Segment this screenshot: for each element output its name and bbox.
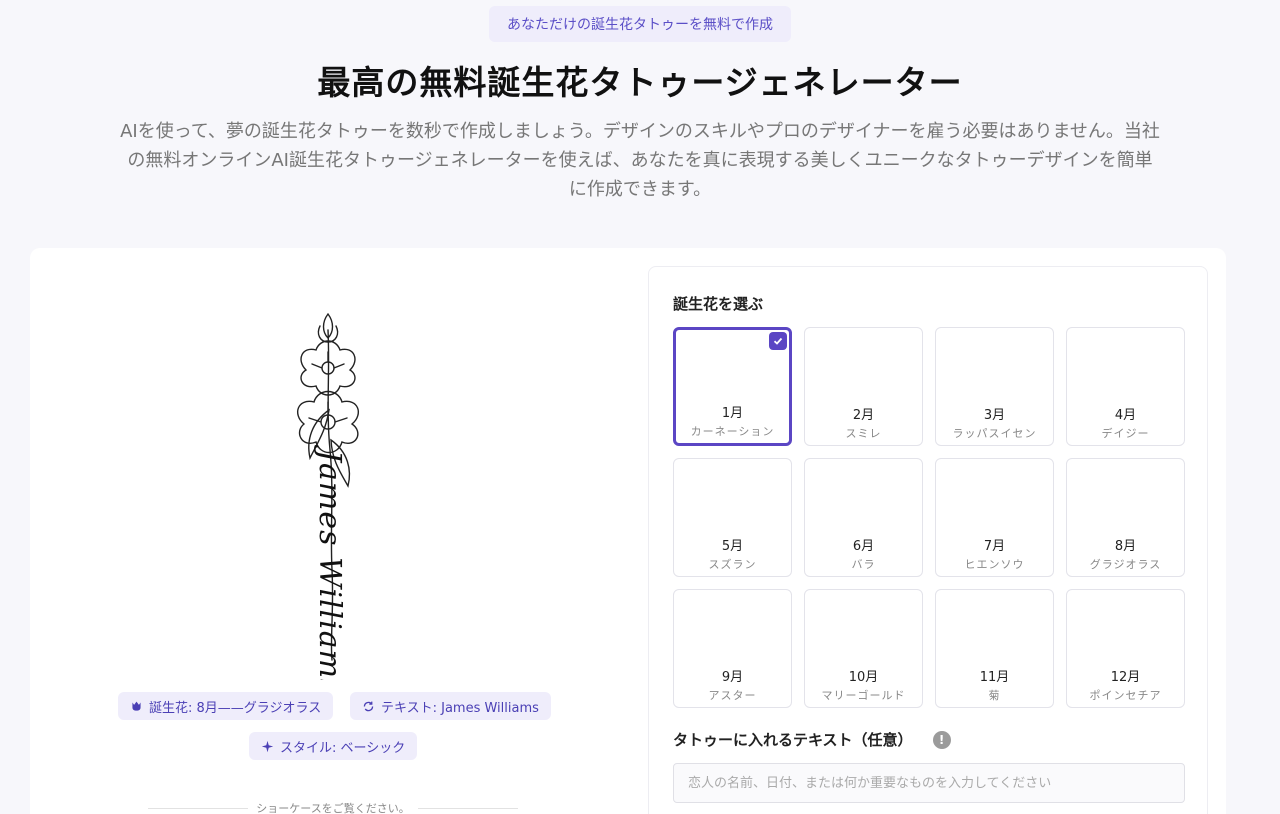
divider-line-right xyxy=(417,807,519,809)
flower-tile-sep[interactable]: 9月 アスター xyxy=(673,589,792,708)
info-icon[interactable]: ! xyxy=(932,730,951,749)
flower-name: バラ xyxy=(851,558,876,571)
flower-tile-oct[interactable]: 10月 マリーゴールド xyxy=(804,589,923,708)
tattoo-preview-image: James Williams xyxy=(116,290,566,695)
flower-tile-feb[interactable]: 2月 スミレ xyxy=(804,327,923,446)
flower-month: 3月 xyxy=(983,408,1006,423)
flower-month: 9月 xyxy=(721,670,744,685)
flower-month: 4月 xyxy=(1114,408,1137,423)
showcase-label: ショーケースをご覧ください。 xyxy=(256,802,410,814)
flower-tile-apr[interactable]: 4月 デイジー xyxy=(1066,327,1185,446)
checkmark-icon xyxy=(769,332,787,350)
flower-name: アスター xyxy=(708,689,757,702)
flower-name: マリーゴールド xyxy=(821,689,906,702)
tattoo-script-text: James Williams xyxy=(312,444,347,680)
tattoo-illustration: James Williams xyxy=(296,312,360,695)
flower-month: 6月 xyxy=(852,539,875,554)
flower-name: スズラン xyxy=(708,558,757,571)
flower-name: ヒエンソウ xyxy=(964,558,1025,571)
flower-month: 12月 xyxy=(1110,670,1141,685)
flower-tile-nov[interactable]: 11月 菊 xyxy=(935,589,1054,708)
flower-name: カーネーション xyxy=(690,425,775,438)
flower-name: 菊 xyxy=(988,689,1001,702)
sparkle-icon xyxy=(261,740,274,752)
style-chip-label: スタイル: ベーシック xyxy=(280,740,406,756)
flower-tile-may[interactable]: 5月 スズラン xyxy=(673,458,792,577)
flower-tile-mar[interactable]: 3月 ラッパスイセン xyxy=(935,327,1054,446)
flower-chip-label: 誕生花: 8月——グラジオラス xyxy=(149,700,322,716)
hero-badge: あなただけの誕生花タトゥーを無料で作成 xyxy=(489,6,791,42)
page-title: 最高の無料誕生花タトゥージェネレーター xyxy=(317,63,963,102)
flower-tile-dec[interactable]: 12月 ポインセチア xyxy=(1066,589,1185,708)
flower-month: 5月 xyxy=(721,539,744,554)
divider-line-left xyxy=(148,807,249,809)
flower-tile-jan[interactable]: 1月 カーネーション xyxy=(673,327,792,446)
flower-month: 7月 xyxy=(983,539,1006,554)
flower-name: ラッパスイセン xyxy=(952,427,1037,440)
tattoo-text-label: タトゥーに入れるテキスト（任意） ! xyxy=(673,729,951,750)
flower-tile-aug[interactable]: 8月 グラジオラス xyxy=(1066,458,1185,577)
birth-flower-grid: 1月 カーネーション 2月 スミレ 3月 ラッパスイセン 4月 デイジー 5月 … xyxy=(673,327,1185,708)
showcase-divider: ショーケースをご覧ください。 xyxy=(148,800,519,814)
flower-month: 8月 xyxy=(1114,539,1137,554)
style-chip: スタイル: ベーシック xyxy=(249,732,418,760)
flower-tile-jun[interactable]: 6月 バラ xyxy=(804,458,923,577)
text-chip-label: テキスト: James Williams xyxy=(381,700,539,716)
flower-month: 2月 xyxy=(852,408,875,423)
page-description: AIを使って、夢の誕生花タトゥーを数秒で作成しましょう。デザインのスキルやプロの… xyxy=(120,121,1160,200)
flower-name: グラジオラス xyxy=(1089,558,1162,571)
generator-card: James Williams 誕生花: 8月——グラジオラス テキスト: Jam… xyxy=(30,248,1226,814)
text-chip: テキスト: James Williams xyxy=(350,692,551,720)
select-flower-title: 誕生花を選ぶ xyxy=(673,295,764,313)
flower-tile-jul[interactable]: 7月 ヒエンソウ xyxy=(935,458,1054,577)
flower-month: 1月 xyxy=(721,406,744,421)
flower-month: 10月 xyxy=(848,670,879,685)
refresh-icon xyxy=(363,701,374,711)
flower-name: ポインセチア xyxy=(1089,689,1162,702)
flower-name: デイジー xyxy=(1101,427,1150,440)
flower-name: スミレ xyxy=(845,427,882,440)
options-panel: 誕生花を選ぶ 1月 カーネーション 2月 スミレ 3月 ラッパスイセン 4月 デ… xyxy=(648,266,1208,814)
tattoo-text-input[interactable] xyxy=(673,763,1185,803)
flower-month: 11月 xyxy=(979,670,1010,685)
tulip-icon xyxy=(132,701,141,711)
flower-chip: 誕生花: 8月——グラジオラス xyxy=(118,692,334,720)
tattoo-text-label-text: タトゥーに入れるテキスト（任意） xyxy=(673,731,913,749)
